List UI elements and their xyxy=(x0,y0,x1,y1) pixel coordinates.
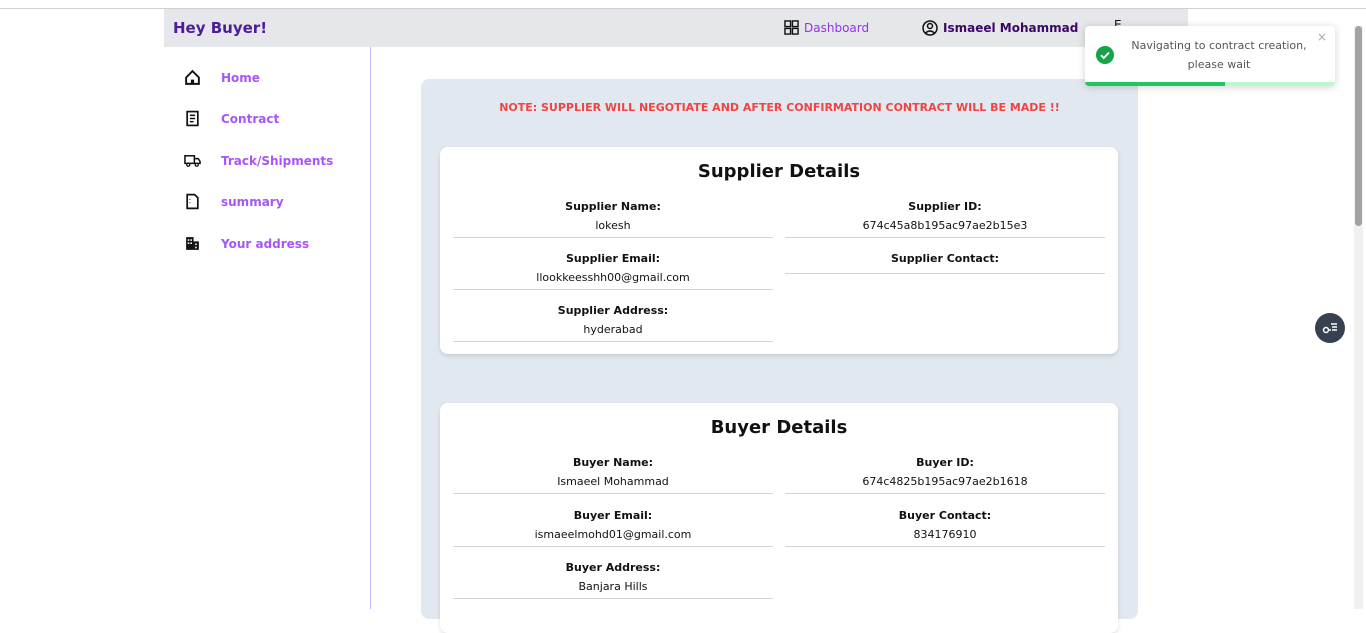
sidebar-item-contract[interactable]: Contract xyxy=(184,110,279,127)
supplier-email-field: Supplier Email: llookkeesshh00@gmail.com xyxy=(453,252,773,290)
user-profile-link[interactable]: Ismaeel Mohammad xyxy=(922,20,1078,36)
dashboard-label: Dashboard xyxy=(804,20,870,35)
file-icon xyxy=(186,193,199,210)
sidebar-item-label: Track/Shipments xyxy=(221,153,334,168)
buyer-id-field: Buyer ID: 674c4825b195ac97ae2b1618 xyxy=(785,456,1105,494)
sidebar-item-label: Home xyxy=(221,70,260,85)
buyer-id-value: 674c4825b195ac97ae2b1618 xyxy=(862,475,1028,488)
buyer-address-label: Buyer Address: xyxy=(565,561,661,574)
supplier-name-label: Supplier Name: xyxy=(565,200,661,213)
top-navbar: Hey Buyer! Dashboard Ismaeel Mohammad E xyxy=(164,9,1188,47)
buyer-name-label: Buyer Name: xyxy=(572,456,654,469)
supplier-id-value: 674c45a8b195ac97ae2b15e3 xyxy=(862,219,1028,232)
dashboard-icon xyxy=(784,20,799,35)
user-name: Ismaeel Mohammad xyxy=(943,21,1079,35)
close-icon[interactable]: × xyxy=(1317,30,1327,44)
supplier-email-label: Supplier Email: xyxy=(565,252,661,265)
supplier-id-label: Supplier ID: xyxy=(908,200,982,213)
sidebar-item-label: summary xyxy=(221,194,284,209)
supplier-details-title: Supplier Details xyxy=(697,161,861,182)
sidebar-item-home[interactable]: Home xyxy=(184,69,260,86)
supplier-email-value: llookkeesshh00@gmail.com xyxy=(536,271,690,284)
truck-icon xyxy=(184,155,201,167)
supplier-address-label: Supplier Address: xyxy=(557,304,669,317)
sidebar-item-track-shipments[interactable]: Track/Shipments xyxy=(184,152,333,169)
floating-action-button[interactable] xyxy=(1315,313,1345,343)
buyer-id-label: Buyer ID: xyxy=(916,456,974,469)
key-list-icon xyxy=(1322,323,1337,334)
buyer-details-card: Buyer Details Buyer Name: Ismaeel Mohamm… xyxy=(440,403,1118,633)
sidebar-item-summary[interactable]: summary xyxy=(184,193,284,210)
supplier-name-field: Supplier Name: lokesh xyxy=(453,200,773,238)
success-toast[interactable]: Navigating to contract creation, please … xyxy=(1085,26,1335,86)
brand-title: Hey Buyer! xyxy=(173,19,268,37)
buyer-address-value: Banjara Hills xyxy=(578,580,648,593)
buyer-address-field: Buyer Address: Banjara Hills xyxy=(453,561,773,599)
buyer-contact-field: Buyer Contact: 834176910 xyxy=(785,509,1105,547)
scrollbar-thumb[interactable] xyxy=(1355,26,1362,226)
buyer-name-value: Ismaeel Mohammad xyxy=(557,475,669,488)
supplier-name-value: lokesh xyxy=(595,219,631,232)
dashboard-link[interactable]: Dashboard xyxy=(784,20,869,35)
toast-progress-bar xyxy=(1085,82,1225,86)
page-scrollbar[interactable] xyxy=(1354,26,1363,609)
buyer-name-field: Buyer Name: Ismaeel Mohammad xyxy=(453,456,773,494)
supplier-address-field: Supplier Address: hyderabad xyxy=(453,304,773,342)
sidebar: Home Contract Track/Shipments summary Yo… xyxy=(164,47,371,609)
user-circle-icon xyxy=(922,20,938,36)
sidebar-item-your-address[interactable]: Your address xyxy=(184,235,309,252)
document-icon xyxy=(186,110,199,127)
supplier-contact-field: Supplier Contact: xyxy=(785,252,1105,274)
sidebar-item-label: Your address xyxy=(221,236,310,251)
supplier-id-field: Supplier ID: 674c45a8b195ac97ae2b15e3 xyxy=(785,200,1105,238)
supplier-contact-label: Supplier Contact: xyxy=(890,252,1000,265)
building-icon xyxy=(186,237,199,250)
buyer-email-value: ismaeelmohd01@gmail.com xyxy=(534,528,692,541)
buyer-contact-value: 834176910 xyxy=(913,528,977,541)
contract-panel: NOTE: SUPPLIER WILL NEGOTIATE AND AFTER … xyxy=(421,79,1138,633)
toast-message: Navigating to contract creation, please … xyxy=(1131,39,1307,71)
sidebar-item-label: Contract xyxy=(221,111,280,126)
check-circle-icon xyxy=(1096,46,1114,64)
supplier-details-card: Supplier Details Supplier Name: lokesh S… xyxy=(440,147,1118,354)
buyer-email-field: Buyer Email: ismaeelmohd01@gmail.com xyxy=(453,509,773,547)
home-icon xyxy=(185,69,200,85)
negotiation-note: NOTE: SUPPLIER WILL NEGOTIATE AND AFTER … xyxy=(499,101,1060,114)
supplier-address-value: hyderabad xyxy=(583,323,643,336)
buyer-contact-label: Buyer Contact: xyxy=(898,509,992,522)
buyer-details-title: Buyer Details xyxy=(710,417,848,438)
buyer-email-label: Buyer Email: xyxy=(573,509,653,522)
